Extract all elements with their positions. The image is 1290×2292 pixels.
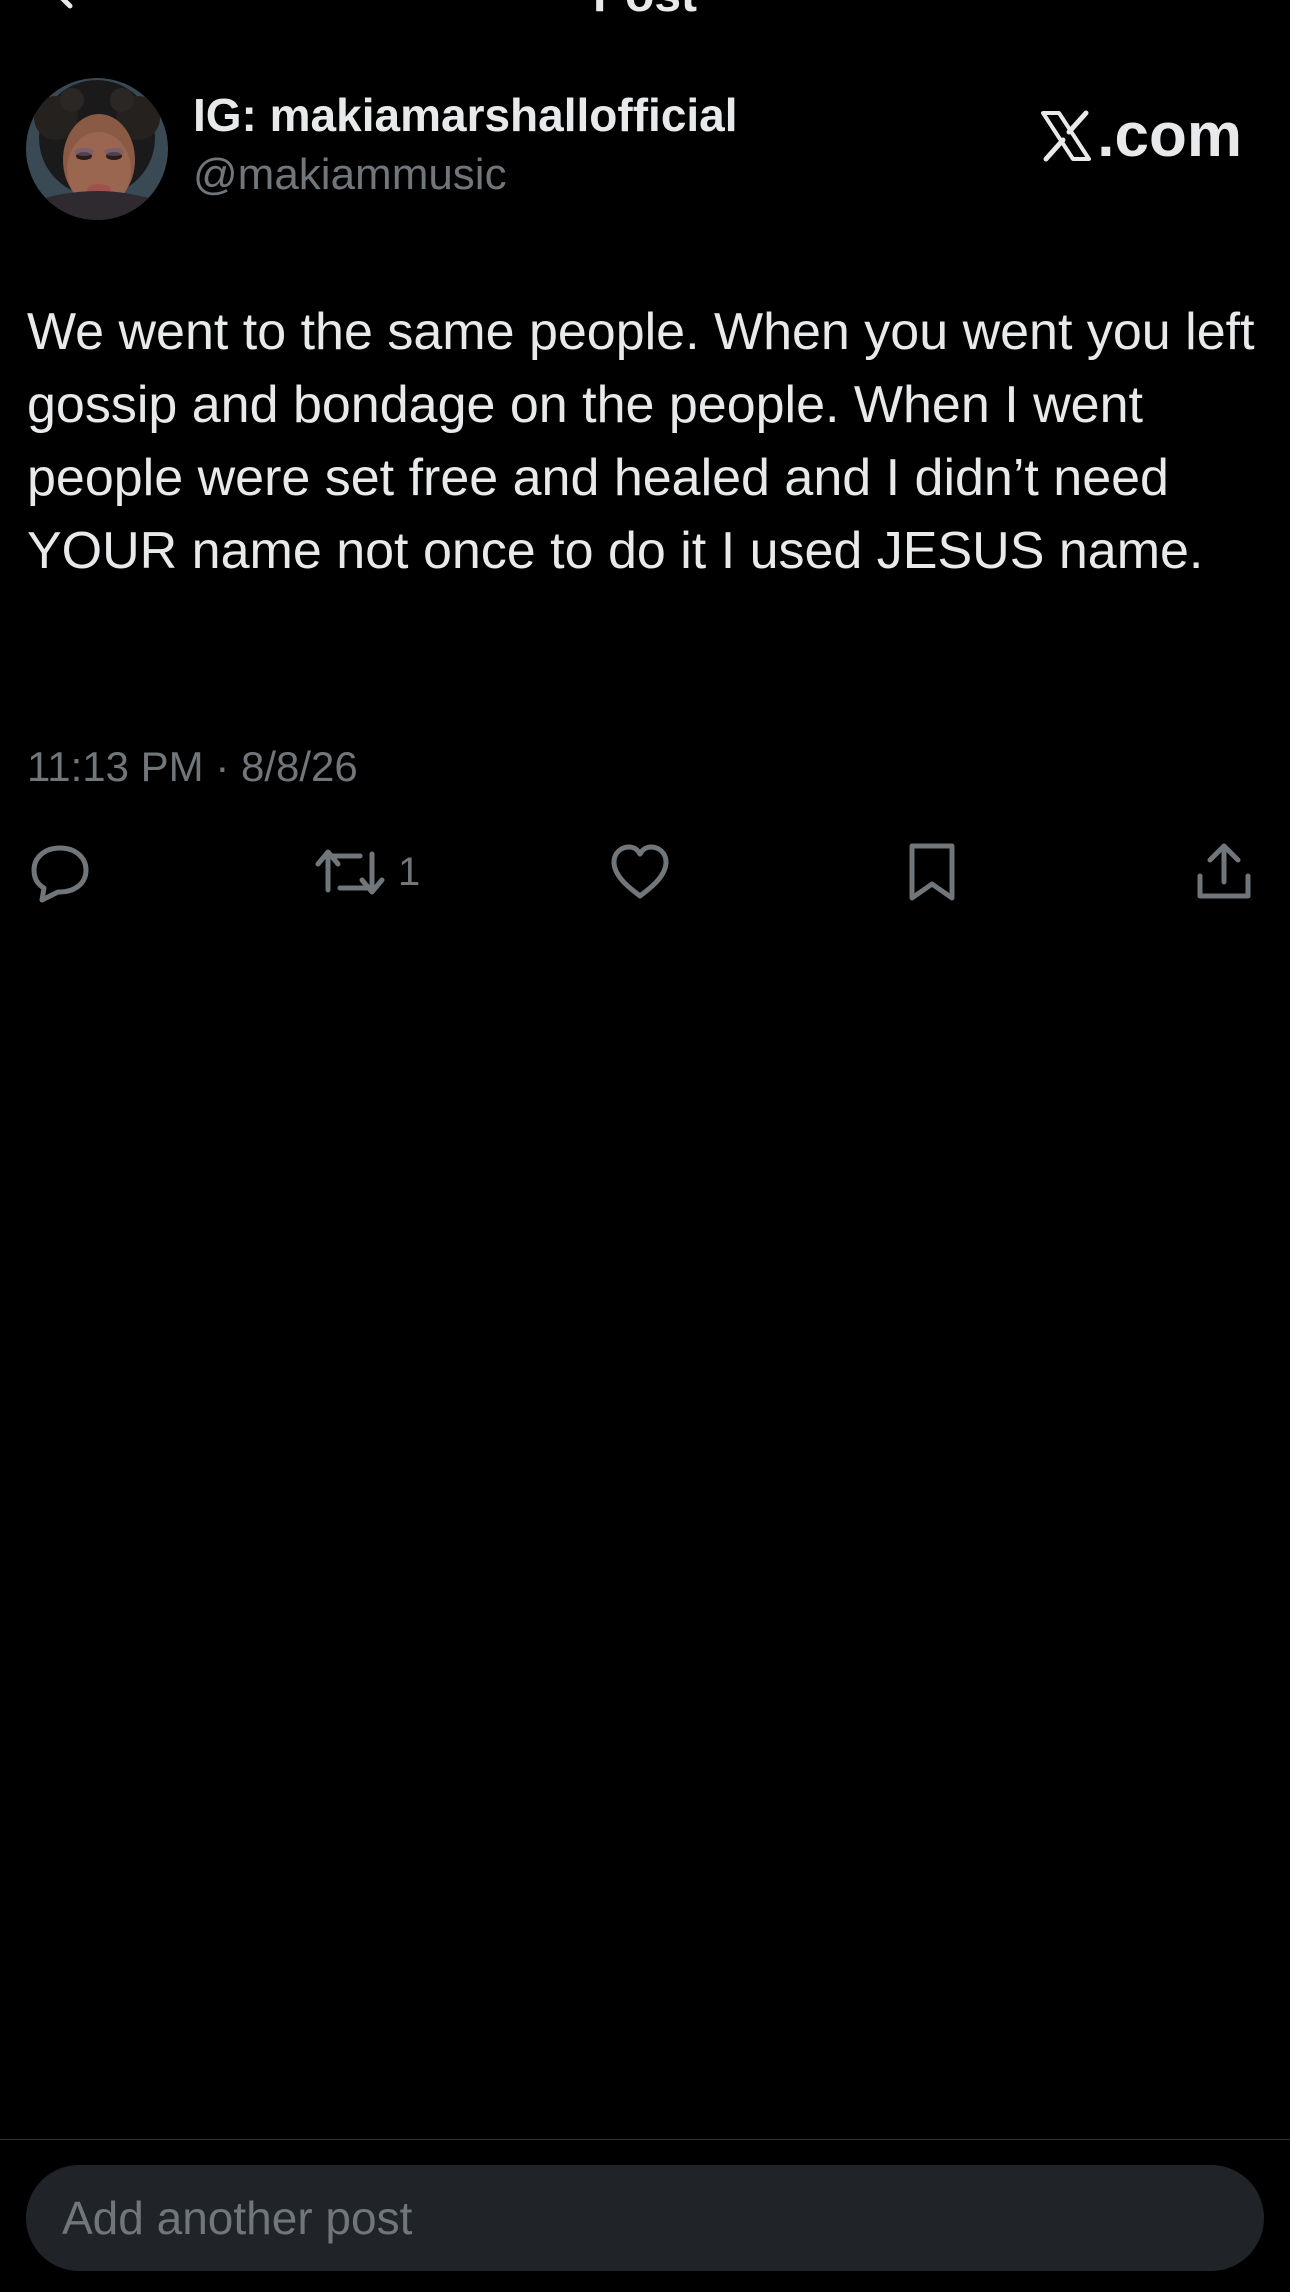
- bookmark-icon: [909, 843, 955, 901]
- composer-divider: [0, 2139, 1290, 2140]
- brand-label: .com: [1097, 101, 1242, 170]
- profile-photo: [26, 78, 168, 220]
- like-button[interactable]: [608, 840, 672, 904]
- share-button[interactable]: [1192, 840, 1256, 904]
- post-timestamp[interactable]: 11:13 PM · 8/8/26: [27, 743, 358, 791]
- reply-composer[interactable]: [26, 2165, 1264, 2271]
- author-display-name[interactable]: IG: makiamarshallofficial: [193, 88, 738, 142]
- repost-icon: [315, 849, 385, 895]
- share-icon: [1197, 843, 1251, 899]
- avatar[interactable]: [26, 78, 168, 220]
- x-logo-icon: [1041, 110, 1092, 161]
- heart-icon: [611, 844, 669, 899]
- reply-button[interactable]: [28, 840, 92, 904]
- add-post-input[interactable]: [62, 2165, 1222, 2271]
- page-title: Post: [0, 0, 1290, 23]
- repost-button[interactable]: 1: [314, 840, 420, 904]
- top-bar: Post: [0, 0, 1290, 23]
- reply-icon: [31, 845, 89, 903]
- repost-count: 1: [398, 849, 421, 894]
- bookmark-button[interactable]: [902, 840, 962, 904]
- post-body: We went to the same people. When you wen…: [27, 303, 1269, 580]
- author-handle[interactable]: @makiammusic: [193, 150, 507, 200]
- x-dot-com-watermark: .com: [1039, 100, 1242, 171]
